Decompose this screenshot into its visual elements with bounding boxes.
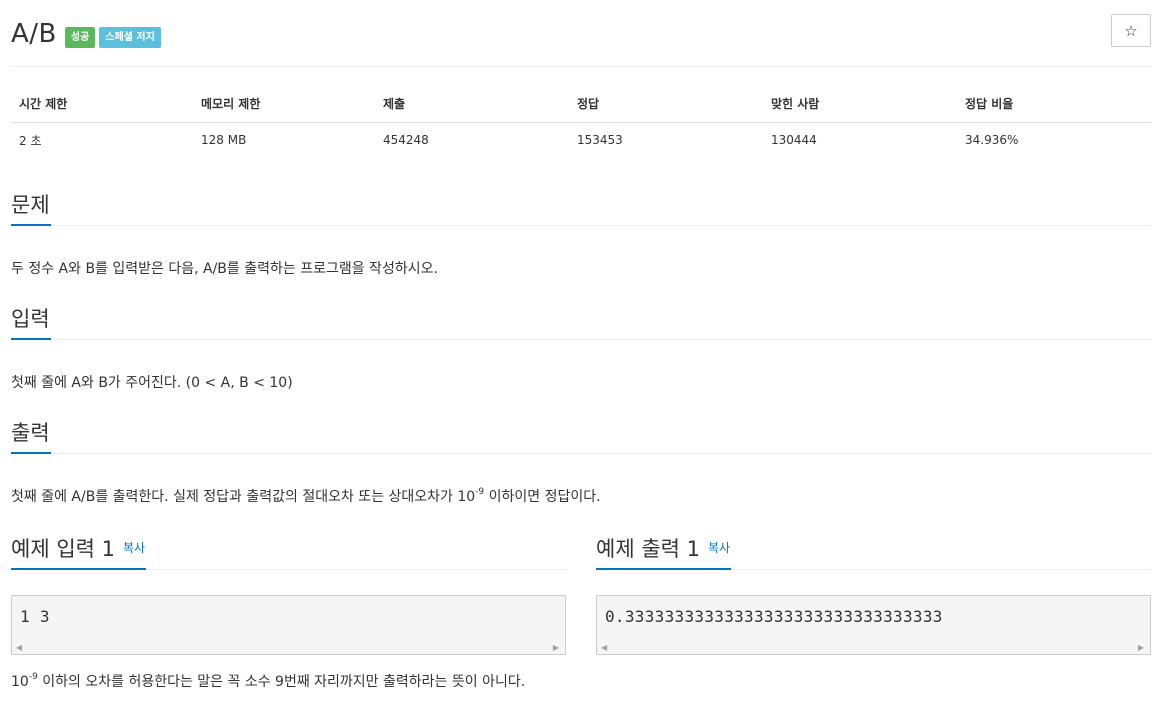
sample-input-box[interactable]: 1 3 ◀ ▶ bbox=[11, 595, 566, 655]
sample-input-title: 예제 입력 1 복사 bbox=[11, 534, 147, 570]
submissions-value: 454248 bbox=[383, 133, 429, 148]
table-row: 2 초 128 MB 454248 153453 130444 34.936% bbox=[11, 122, 1151, 158]
output-text-after: 이하이면 정답이다. bbox=[484, 489, 601, 505]
column-header: 메모리 제한 bbox=[193, 86, 375, 123]
sample-input-content: 1 3 bbox=[20, 607, 50, 626]
problem-headline: 문제 bbox=[11, 190, 1151, 226]
copy-sample-output-button[interactable]: 복사 bbox=[708, 541, 730, 555]
special-judge-badge[interactable]: 스페셜 저지 bbox=[99, 26, 161, 48]
memory-limit-value: 128 MB bbox=[201, 133, 247, 148]
sample-input-headline: 예제 입력 1 복사 bbox=[11, 534, 566, 570]
solvers-value: 130444 bbox=[771, 133, 817, 148]
input-section-title: 입력 bbox=[11, 304, 51, 340]
star-icon: ☆ bbox=[1124, 21, 1138, 40]
column-header: 제출 bbox=[375, 86, 569, 123]
note-exponent: -9 bbox=[28, 672, 38, 683]
output-exponent: -9 bbox=[475, 487, 485, 498]
column-header: 맞힌 사람 bbox=[763, 86, 957, 123]
problem-page: A/B 성공 스페셜 저지 ☆ 시간 제한 메모리 제한 제출 정답 맞힌 사람… bbox=[0, 0, 1173, 703]
column-header: 시간 제한 bbox=[11, 86, 193, 123]
problem-section-title: 문제 bbox=[11, 190, 51, 226]
note-text: 이하의 오차를 허용한다는 말은 꼭 소수 9번째 자리까지만 출력하라는 뜻이… bbox=[37, 674, 526, 690]
star-button[interactable]: ☆ bbox=[1111, 14, 1151, 47]
title-row: A/B 성공 스페셜 저지 bbox=[11, 14, 161, 54]
problem-description: 두 정수 A와 B를 입력받은 다음, A/B를 출력하는 프로그램을 작성하시… bbox=[11, 261, 438, 277]
sample-input-title-text: 예제 입력 1 bbox=[11, 537, 115, 561]
output-headline: 출력 bbox=[11, 418, 1151, 454]
column-header: 정답 bbox=[569, 86, 763, 123]
sample-output-box[interactable]: 0.33333333333333333333333333333333 ◀ ▶ bbox=[596, 595, 1151, 655]
output-description: 첫째 줄에 A/B를 출력한다. 실제 정답과 출력값의 절대오차 또는 상대오… bbox=[11, 486, 601, 506]
scroll-right-icon[interactable]: ▶ bbox=[1138, 643, 1144, 652]
header-divider bbox=[11, 66, 1151, 67]
output-section-title: 출력 bbox=[11, 418, 51, 454]
time-limit-value: 2 초 bbox=[19, 133, 42, 148]
output-text-before: 첫째 줄에 A/B를 출력한다. 실제 정답과 출력값의 절대오차 또는 상대오… bbox=[11, 489, 476, 505]
accept-ratio-value: 34.936% bbox=[965, 133, 1019, 148]
copy-sample-input-button[interactable]: 복사 bbox=[123, 541, 145, 555]
sample-output-headline: 예제 출력 1 복사 bbox=[596, 534, 1151, 570]
horizontal-scrollbar[interactable]: ◀ ▶ bbox=[12, 639, 565, 654]
sample-output-title: 예제 출력 1 복사 bbox=[596, 534, 732, 570]
scroll-right-icon[interactable]: ▶ bbox=[553, 643, 559, 652]
horizontal-scrollbar[interactable]: ◀ ▶ bbox=[597, 639, 1150, 654]
input-headline: 입력 bbox=[11, 304, 1151, 340]
problem-info-table: 시간 제한 메모리 제한 제출 정답 맞힌 사람 정답 비율 2 초 128 M… bbox=[11, 86, 1151, 158]
scroll-left-icon[interactable]: ◀ bbox=[601, 643, 607, 652]
sample-output-title-text: 예제 출력 1 bbox=[596, 537, 700, 561]
tolerance-note: 10-9 이하의 오차를 허용한다는 말은 꼭 소수 9번째 자리까지만 출력하… bbox=[11, 671, 525, 691]
input-description: 첫째 줄에 A와 B가 주어진다. (0 < A, B < 10) bbox=[11, 375, 293, 391]
sample-output-content: 0.33333333333333333333333333333333 bbox=[605, 607, 943, 626]
success-badge: 성공 bbox=[64, 26, 96, 48]
table-header-row: 시간 제한 메모리 제한 제출 정답 맞힌 사람 정답 비율 bbox=[11, 86, 1151, 123]
column-header: 정답 비율 bbox=[957, 86, 1151, 123]
problem-title: A/B bbox=[11, 19, 57, 49]
scroll-left-icon[interactable]: ◀ bbox=[16, 643, 22, 652]
note-base: 10 bbox=[11, 674, 29, 690]
accepted-value: 153453 bbox=[577, 133, 623, 148]
